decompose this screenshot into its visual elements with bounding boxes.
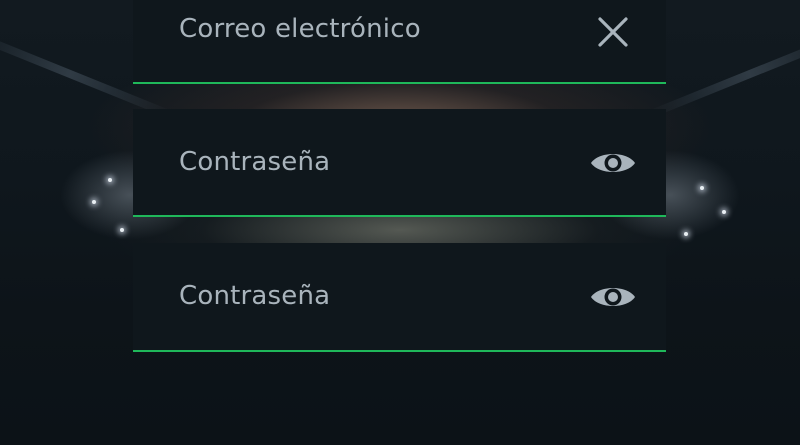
- password-placeholder: Contraseña: [179, 147, 331, 177]
- close-icon[interactable]: [587, 12, 639, 52]
- stadium-light: [700, 186, 704, 190]
- eye-icon[interactable]: [587, 143, 639, 183]
- confirm-password-placeholder: Contraseña: [179, 281, 331, 311]
- stadium-light: [684, 232, 688, 236]
- stadium-light: [120, 228, 124, 232]
- stadium-light: [108, 178, 112, 182]
- password-field[interactable]: Contraseña: [133, 109, 666, 217]
- light-beam-right: [646, 29, 800, 119]
- confirm-password-field[interactable]: Contraseña: [133, 243, 666, 352]
- stadium-light: [92, 200, 96, 204]
- eye-icon[interactable]: [587, 277, 639, 317]
- email-placeholder: Correo electrónico: [179, 14, 421, 44]
- email-field[interactable]: Correo electrónico: [133, 0, 666, 84]
- stadium-light: [722, 210, 726, 214]
